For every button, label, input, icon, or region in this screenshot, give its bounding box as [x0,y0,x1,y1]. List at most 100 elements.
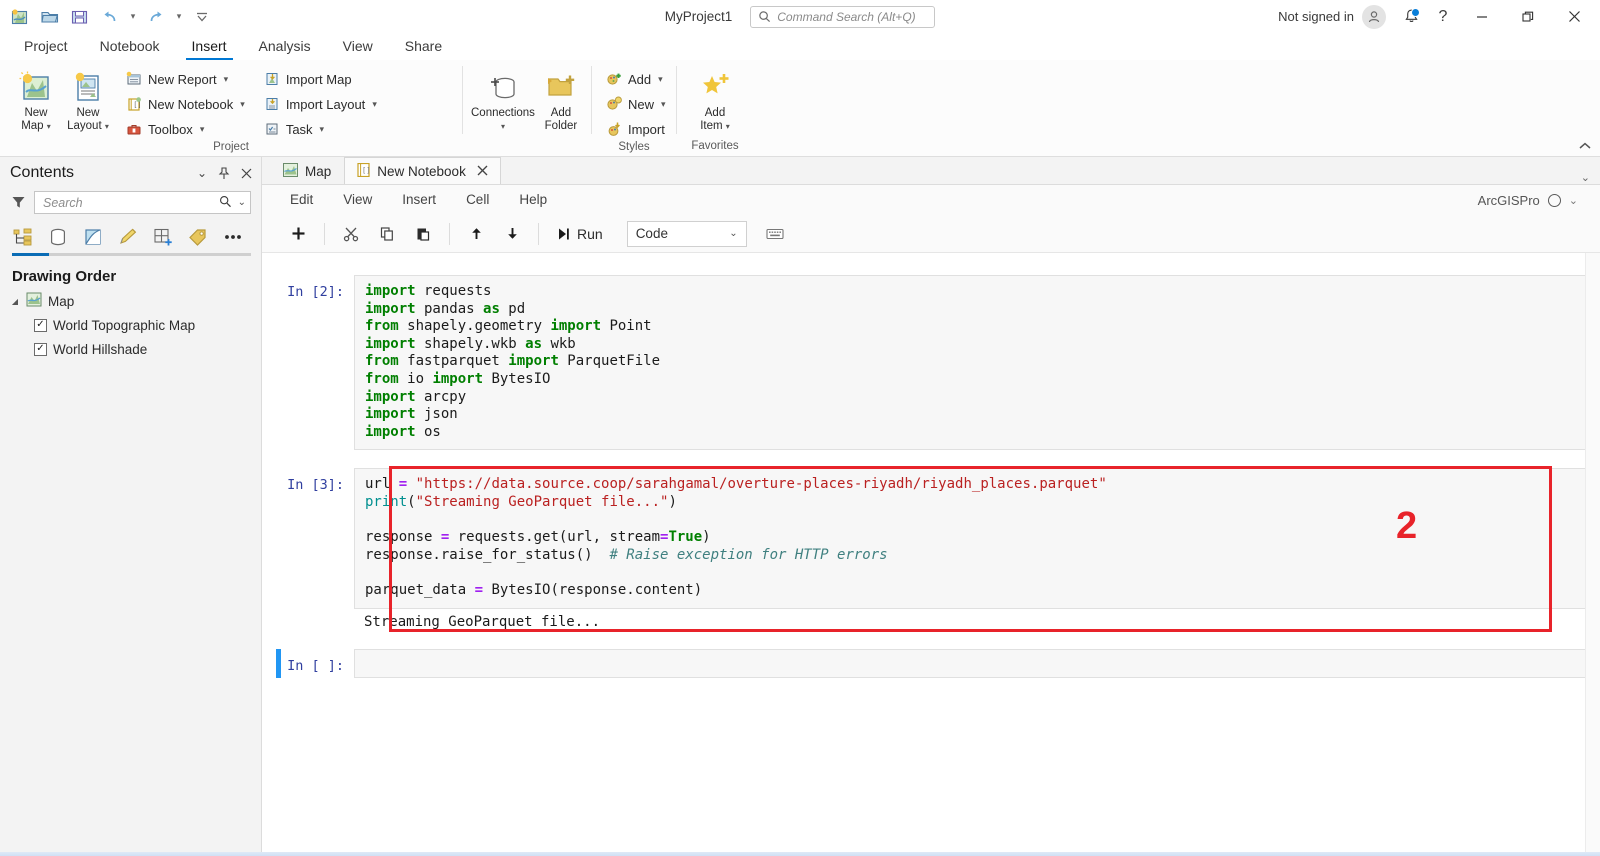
move-cell-up-icon [471,228,481,239]
notebook-menu-help[interactable]: Help [505,187,561,213]
chevron-down-icon[interactable]: ▾ [320,124,325,135]
layer-visibility-checkbox[interactable]: ✓ [34,342,47,356]
task-button[interactable]: Task ▾ [258,117,382,141]
new-notebook-button[interactable]: [] New Notebook ▾ [120,92,250,116]
import-style-button[interactable]: Import [600,117,671,141]
chevron-down-icon[interactable]: ▾ [47,122,51,131]
cell-prompt: In [ ]: [287,658,344,675]
contents-pin-icon[interactable] [215,164,233,182]
expand-triangle-icon[interactable]: ◢ [10,297,20,306]
filter-icon[interactable] [8,195,28,210]
new-style-button[interactable]: New ▾ [600,92,671,116]
add-style-button[interactable]: Add ▾ [600,67,671,91]
search-options-chevron-icon[interactable]: ⌄ [236,197,246,208]
ribbon-tab-notebook[interactable]: Notebook [84,34,176,60]
ribbon-group-favorites: Add Item ▾ Favorites [677,60,753,156]
close-tab-icon[interactable] [477,164,488,179]
more-options-icon[interactable] [220,224,246,250]
new-map-icon [11,8,28,24]
redo-qat-button[interactable] [142,4,170,30]
minimize-window-button[interactable] [1460,1,1504,33]
listby-data-source-icon[interactable] [45,224,71,250]
chevron-down-icon[interactable]: ▾ [372,99,377,110]
document-tab-overflow-chevron-icon[interactable]: ⌄ [1581,171,1600,184]
contents-close-icon[interactable] [237,164,255,182]
notebook-panel-chevron-down-icon[interactable]: ⌄ [1569,194,1578,207]
paste-cell-button[interactable] [405,220,441,248]
paste-cell-icon [417,228,430,241]
ribbon-tab-insert[interactable]: Insert [176,34,243,60]
ribbon-body: New Map ▾ New Layout ▾ New Report ▾ [] N… [0,60,1600,157]
code-editor[interactable]: import requests import pandas as pd from… [354,275,1586,451]
copy-cell-button[interactable] [369,220,405,248]
insert-cell-button[interactable] [280,220,316,248]
document-tab-map[interactable]: Map [270,157,344,184]
save-project-qat-button[interactable] [66,4,94,30]
notebook-menu-cell[interactable]: Cell [452,187,503,213]
notebook-cell[interactable]: In [2]: import requests import pandas as… [276,275,1586,451]
chevron-down-icon[interactable]: ▾ [726,122,730,131]
notebook-tab-icon: [] [357,162,371,180]
chevron-down-icon[interactable]: ▾ [501,122,505,131]
chevron-down-icon[interactable]: ▾ [224,74,229,85]
ribbon-tab-share[interactable]: Share [389,34,458,60]
layer-visibility-checkbox[interactable]: ✓ [34,318,47,332]
run-cell-button[interactable]: Run [547,220,613,248]
connections-button[interactable]: Connections ▾ [469,65,537,135]
customize-qat-button[interactable] [188,4,216,30]
ribbon-tab-view[interactable]: View [327,34,389,60]
move-cell-down-button[interactable] [494,220,530,248]
import-map-button[interactable]: Import Map [258,67,382,91]
import-layout-button[interactable]: Import Layout ▾ [258,92,382,116]
new-map-button[interactable]: New Map ▾ [10,65,62,135]
listby-snapping-icon[interactable] [150,224,176,250]
notebook-cell[interactable]: In [ ]: [276,649,1586,679]
chevron-down-icon[interactable]: ▾ [240,99,245,110]
chevron-down-icon[interactable]: ▾ [658,74,663,85]
notebook-menu-insert[interactable]: Insert [388,187,450,213]
new-map-qat-button[interactable] [6,4,34,30]
collapse-ribbon-button[interactable] [1578,141,1592,154]
new-report-button[interactable]: New Report ▾ [120,67,250,91]
open-project-qat-button[interactable] [36,4,64,30]
notebook-menu-edit[interactable]: Edit [276,187,327,213]
contents-tree-item-world-topographic-map[interactable]: ✓ World Topographic Map [0,313,261,337]
chevron-down-icon[interactable]: ▾ [661,99,666,110]
contents-search-input[interactable]: Search ⌄ [34,191,251,214]
undo-qat-button[interactable] [96,4,124,30]
cut-cell-button[interactable] [333,220,369,248]
move-cell-down-icon [507,228,517,239]
contents-tree-item-map[interactable]: ◢ Map [0,289,261,313]
command-palette-button[interactable] [761,221,789,247]
add-folder-button[interactable]: Add Folder [537,65,585,135]
account-avatar-button[interactable] [1362,4,1386,29]
contents-tree-item-world-hillshade[interactable]: ✓ World Hillshade [0,337,261,361]
code-editor[interactable] [354,649,1586,679]
cell-type-select[interactable]: Code ⌄ [626,220,747,247]
chevron-down-icon[interactable]: ▾ [105,122,109,131]
chevron-down-icon[interactable]: ▾ [200,124,205,135]
contents-menu-chevron-icon[interactable]: ⌄ [193,164,211,182]
new-layout-button[interactable]: New Layout ▾ [62,65,114,135]
notebook-menu-view[interactable]: View [329,187,386,213]
contents-tree-label-world-hillshade: World Hillshade [53,341,148,357]
listby-drawing-order-icon[interactable] [10,224,36,250]
ribbon-tab-project[interactable]: Project [8,34,84,60]
restore-window-button[interactable] [1506,1,1550,33]
listby-editing-icon[interactable] [115,224,141,250]
listby-labeling-icon[interactable] [185,224,211,250]
notebook-scrollbar[interactable] [1585,253,1600,855]
add-item-button[interactable]: Add Item ▾ [685,65,745,135]
move-cell-up-button[interactable] [458,220,494,248]
command-search-input[interactable]: Command Search (Alt+Q) [750,5,936,28]
document-tab-new-notebook[interactable]: [] New Notebook [344,157,501,184]
help-button[interactable]: ? [1428,3,1458,31]
redo-dropdown-caret[interactable]: ▾ [172,4,186,30]
ribbon-tab-analysis[interactable]: Analysis [243,34,327,60]
notifications-button[interactable] [1396,3,1426,31]
search-icon[interactable] [219,195,232,211]
close-window-button[interactable] [1552,1,1596,33]
undo-dropdown-caret[interactable]: ▾ [126,4,140,30]
listby-selection-icon[interactable] [80,224,106,250]
toolbox-button[interactable]: Toolbox ▾ [120,117,250,141]
